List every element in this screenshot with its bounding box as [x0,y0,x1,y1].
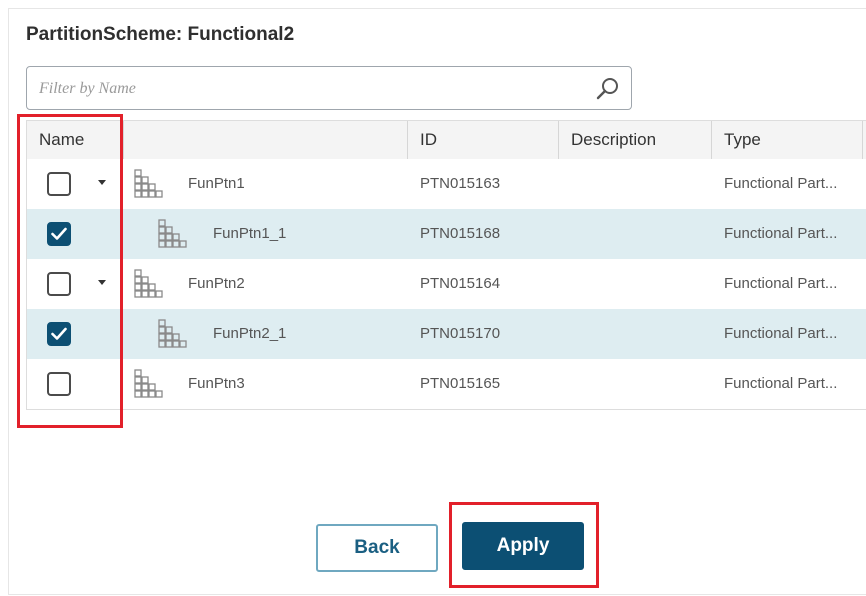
row-id: PTN015170 [420,325,501,342]
row-type: Functional Part... [724,225,838,242]
row-id: PTN015168 [420,225,501,242]
row-id: PTN015165 [420,375,501,392]
column-header-id[interactable]: ID [420,121,437,159]
row-name[interactable]: FunPtn1_1 [213,209,286,259]
column-divider [407,121,408,159]
column-divider [711,121,712,159]
row-name[interactable]: FunPtn1 [188,159,245,209]
table-row[interactable]: FunPtn2 PTN015164 Functional Part... [27,259,866,309]
name-column-highlight [17,114,123,428]
search-icon[interactable] [595,76,621,102]
column-header-type[interactable]: Type [724,121,761,159]
partition-icon [133,368,165,400]
row-type: Functional Part... [724,275,838,292]
column-divider [123,121,124,159]
partition-icon [157,218,189,250]
row-type: Functional Part... [724,375,838,392]
column-header-description[interactable]: Description [571,121,656,159]
table-row[interactable]: FunPtn1_1 PTN015168 Functional Part... [27,209,866,259]
page-title: PartitionScheme: Functional2 [26,24,295,45]
partition-table: Name ID Description Type FunPtn1 PTN01516… [26,120,866,410]
partition-icon [133,268,165,300]
row-name[interactable]: FunPtn2_1 [213,309,286,359]
table-row[interactable]: FunPtn1 PTN015163 Functional Part... [27,159,866,209]
row-type: Functional Part... [724,325,838,342]
table-header: Name ID Description Type [27,121,866,159]
filter-box[interactable] [26,66,632,110]
row-name[interactable]: FunPtn3 [188,359,245,409]
column-divider [558,121,559,159]
table-row[interactable]: FunPtn2_1 PTN015170 Functional Part... [27,309,866,359]
apply-button[interactable]: Apply [462,522,584,570]
back-button[interactable]: Back [316,524,438,572]
table-row[interactable]: FunPtn3 PTN015165 Functional Part... [27,359,866,409]
column-divider [862,121,863,159]
row-type: Functional Part... [724,175,838,192]
partition-icon [157,318,189,350]
partition-icon [133,168,165,200]
row-name[interactable]: FunPtn2 [188,259,245,309]
row-id: PTN015163 [420,175,501,192]
row-id: PTN015164 [420,275,501,292]
filter-input[interactable] [37,75,581,103]
